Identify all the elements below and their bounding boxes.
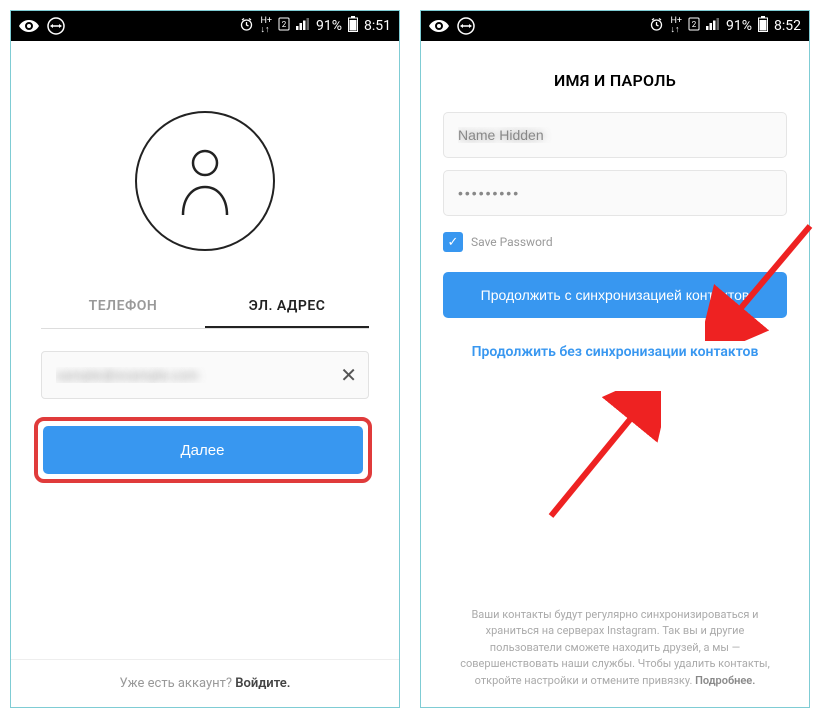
phone-screen-signup: H+↓↑ 2 91% 8:51 ТЕЛЕФОН ЭЛ. АДРЕС (10, 10, 400, 708)
save-password-checkbox[interactable]: ✓ (443, 232, 463, 252)
status-bar: H+↓↑ 2 91% 8:52 (421, 11, 809, 41)
name-field[interactable] (443, 112, 787, 158)
sim-icon: 2 (688, 17, 700, 35)
visibility-icon (429, 20, 449, 32)
clock-time: 8:51 (364, 18, 391, 34)
status-bar: H+↓↑ 2 91% 8:51 (11, 11, 399, 41)
continue-nosync-link[interactable]: Продолжить без синхронизации контактов (443, 344, 787, 360)
visibility-icon (19, 20, 39, 32)
sim-icon: 2 (278, 17, 290, 35)
teamviewer-icon (47, 17, 65, 35)
tutorial-highlight: Далее (34, 417, 372, 483)
network-icon: H+↓↑ (670, 17, 682, 35)
avatar-placeholder (135, 111, 275, 251)
clock-time: 8:52 (774, 18, 801, 34)
signal-icon (706, 18, 720, 34)
page-title: ИМЯ И ПАРОЛЬ (443, 71, 787, 90)
tab-email[interactable]: ЭЛ. АДРЕС (205, 286, 369, 328)
battery-percent: 91% (316, 18, 342, 34)
continue-sync-button[interactable]: Продолжить с синхронизацией контактов (443, 272, 787, 318)
alarm-icon (239, 17, 254, 36)
clear-icon[interactable]: ✕ (340, 363, 357, 387)
footer-login: Уже есть аккаунт? Войдите. (11, 659, 399, 707)
alarm-icon (649, 17, 664, 36)
battery-icon (758, 16, 768, 36)
signup-tabs: ТЕЛЕФОН ЭЛ. АДРЕС (41, 286, 369, 329)
signal-icon (296, 18, 310, 34)
login-link[interactable]: Войдите. (235, 676, 290, 691)
battery-icon (348, 16, 358, 36)
next-button[interactable]: Далее (43, 426, 363, 474)
svg-text:2: 2 (282, 20, 287, 29)
learn-more-link[interactable]: Подробнее. (695, 674, 755, 687)
teamviewer-icon (457, 17, 475, 35)
footer-prompt: Уже есть аккаунт? (120, 676, 236, 691)
password-field[interactable] (443, 170, 787, 216)
save-password-label: Save Password (471, 235, 553, 249)
svg-text:2: 2 (692, 20, 697, 29)
email-input-wrap: ✕ (41, 351, 369, 399)
phone-screen-name-password: H+↓↑ 2 91% 8:52 ИМЯ И ПАРОЛЬ ✓ Save (420, 10, 810, 708)
battery-percent: 91% (726, 18, 752, 34)
network-icon: H+↓↑ (260, 17, 272, 35)
tutorial-arrow-icon (531, 391, 661, 521)
tab-phone[interactable]: ТЕЛЕФОН (41, 286, 205, 328)
email-field[interactable] (41, 351, 369, 399)
disclosure-text: Ваши контакты будут регулярно синхронизи… (443, 607, 787, 708)
